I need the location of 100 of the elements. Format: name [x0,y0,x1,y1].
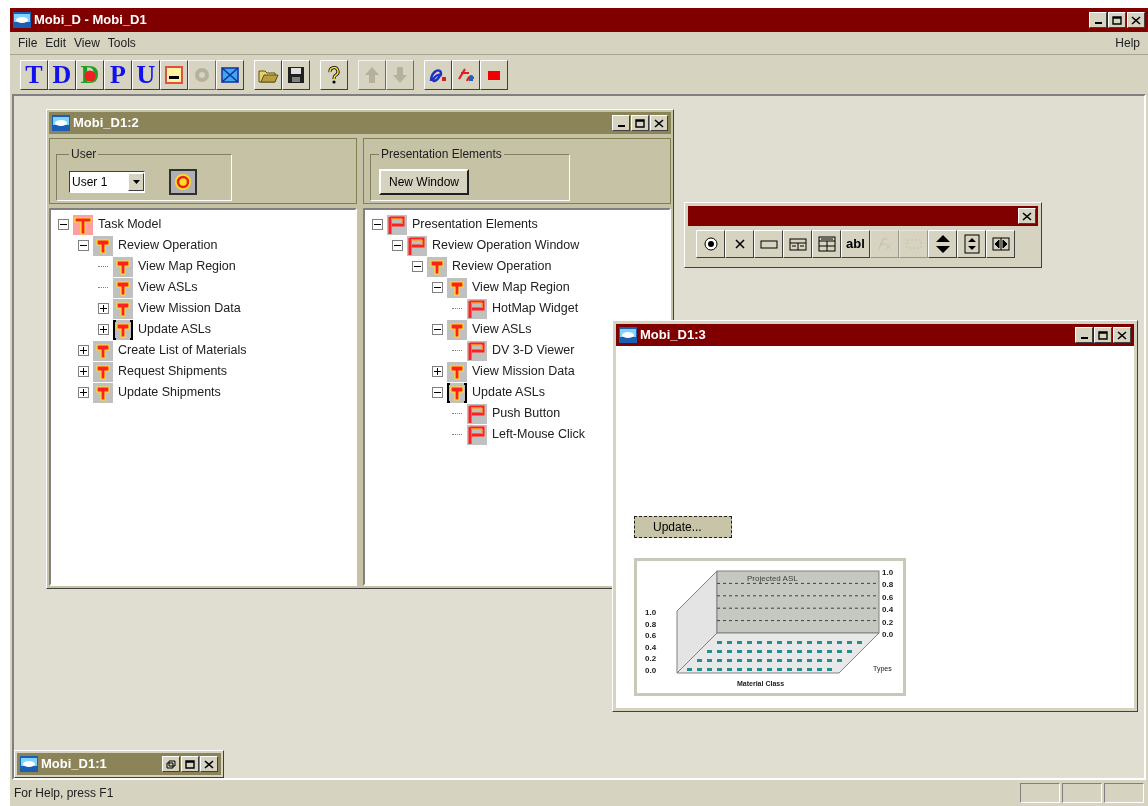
toolbar-button[interactable] [452,59,480,90]
tick-label: 0.2 [645,654,657,664]
collapse-toggle[interactable] [431,282,443,293]
window-title: Mobi_D - Mobi_D1 [34,11,147,30]
minimize-button[interactable] [1075,327,1093,343]
palette-tool-button[interactable] [928,230,957,258]
tree-item[interactable]: Create List of Materials [118,341,247,360]
close-button[interactable] [1127,12,1145,28]
window-title: Mobi_D1:2 [73,114,139,133]
palette-tool-button[interactable] [754,230,783,258]
palette-tool-button[interactable] [696,230,725,258]
close-button[interactable] [1113,327,1131,343]
toolbar-button[interactable] [480,59,508,90]
tree-item[interactable]: Presentation Elements [412,215,538,234]
status-panel [1104,783,1144,803]
toolbar-button[interactable] [282,59,310,90]
tree-item[interactable]: View Mission Data [472,362,575,381]
window-title: Mobi_D1:3 [640,326,706,345]
tree-item[interactable]: Left-Mouse Click [492,425,586,444]
flag-icon [467,403,487,424]
envelope-icon [220,64,240,85]
menu-item[interactable]: File [14,34,42,52]
close-button[interactable] [1018,208,1036,224]
tree-item[interactable]: Request Shipments [118,362,228,381]
toolbar-button[interactable]: D [48,59,76,90]
palette-tool-button[interactable] [957,230,986,258]
palette-tool-button[interactable] [986,230,1015,258]
palette-tool-button[interactable]: abl [841,230,870,258]
palette-tool-button[interactable] [783,230,812,258]
collapse-toggle[interactable] [57,219,69,230]
user-action-button[interactable] [169,168,197,195]
tree-item[interactable]: View ASLs [138,278,198,297]
update-button[interactable]: Update... [634,516,732,538]
maximize-button[interactable] [181,756,199,772]
toolbar-button[interactable]: P [104,59,132,90]
tree-item[interactable]: View Map Region [472,278,570,297]
toolbar-button[interactable] [320,59,348,90]
expand-toggle[interactable] [77,366,89,377]
tree-item[interactable]: Push Button [492,404,561,423]
tree-item[interactable]: View Map Region [138,257,236,276]
maximize-button[interactable] [1108,12,1126,28]
tree-item[interactable]: View Mission Data [138,299,241,318]
tree-item[interactable]: Review Operation [452,257,552,276]
toolbar-button[interactable] [254,59,282,90]
tick-label: 0.0 [882,630,894,639]
expand-toggle[interactable] [77,345,89,356]
tree-item[interactable]: Update ASLs [138,320,211,339]
new-window-button[interactable]: New Window [379,168,470,195]
minus-icon [433,284,441,291]
collapse-toggle[interactable] [371,219,383,230]
expand-toggle[interactable] [431,366,443,377]
toolbar-button[interactable] [160,59,188,90]
tree-item[interactable]: Review Operation [118,236,218,255]
tick-label: 0.4 [645,642,657,652]
expand-toggle[interactable] [97,303,109,314]
tree-item[interactable]: Review Operation Window [432,236,580,255]
expand-toggle[interactable] [97,324,109,335]
close-button[interactable] [650,115,668,131]
palette-tool-button[interactable] [725,230,754,258]
tree-item[interactable]: View ASLs [472,320,532,339]
maximize-button[interactable] [1094,327,1112,343]
minus-icon [59,221,67,228]
minimize-button[interactable] [612,115,630,131]
plus-icon [79,389,87,396]
task-icon [93,361,113,382]
minimize-icon [1080,337,1088,339]
toolbar-button[interactable]: U [132,59,160,90]
task-icon [73,214,93,235]
flag-icon [467,340,487,361]
close-icon [204,759,214,769]
restore-button[interactable] [162,756,180,772]
collapse-toggle[interactable] [411,261,423,272]
user-combo-box[interactable]: User 1 [69,170,145,193]
maximize-icon [185,759,195,769]
collapse-toggle[interactable] [391,240,403,251]
menu-item[interactable]: Edit [41,34,71,52]
tree-item[interactable]: Task Model [98,215,162,234]
dot-icon [84,69,96,82]
tree-item[interactable]: Update Shipments [118,383,221,402]
collapse-toggle[interactable] [77,240,89,251]
minimize-button[interactable] [1089,12,1107,28]
expand-toggle[interactable] [77,387,89,398]
tree-item[interactable]: Update ASLs [472,383,545,402]
close-button[interactable] [200,756,218,772]
flag-icon [387,214,407,235]
menu-item[interactable]: View [70,34,104,52]
collapse-toggle[interactable] [431,387,443,398]
palette-tool-button[interactable] [812,230,841,258]
collapse-toggle[interactable] [431,324,443,335]
toolbar-button[interactable] [216,59,244,90]
maximize-button[interactable] [631,115,649,131]
toolbar-button[interactable]: T [20,59,48,90]
help-menu-item[interactable]: Help [1111,34,1144,52]
tree-item[interactable]: HotMap Widget [492,299,579,318]
maximize-icon [1112,15,1122,25]
toolbar-button[interactable] [424,59,452,90]
menu-item[interactable]: Tools [103,34,140,52]
tick-label: 1.0 [882,568,894,577]
spinner-icon [962,234,981,254]
tree-item[interactable]: DV 3-D Viewer [492,341,575,360]
